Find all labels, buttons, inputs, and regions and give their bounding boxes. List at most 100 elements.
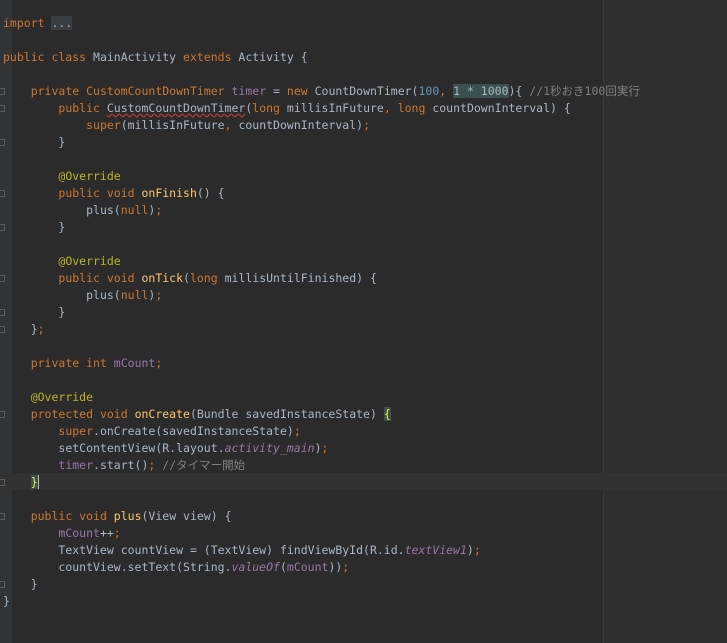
code-token: long [397, 101, 433, 115]
code-line[interactable]: setContentView(R.layout.activity_main); [3, 440, 640, 457]
code-token: plus( [86, 203, 121, 217]
code-line[interactable] [3, 236, 640, 253]
code-line[interactable]: } [3, 474, 640, 491]
code-line[interactable] [3, 372, 640, 389]
code-token: } [58, 305, 66, 319]
code-token: ++ [99, 526, 114, 540]
code-token: ; [342, 560, 350, 574]
code-line[interactable]: } [3, 304, 640, 321]
code-token: .onCreate(savedInstanceState) [93, 424, 294, 438]
code-line[interactable] [3, 151, 640, 168]
code-token: ; [363, 118, 370, 132]
code-token: ... [51, 16, 73, 30]
code-line[interactable] [3, 66, 640, 83]
code-line[interactable] [3, 32, 640, 49]
code-token: @Override [30, 390, 94, 404]
code-line[interactable]: @Override [3, 389, 640, 406]
code-token: extends [183, 50, 239, 64]
code-token: countView.setText(String. [58, 560, 232, 574]
code-line[interactable]: super.onCreate(savedInstanceState); [3, 423, 640, 440]
code-token: ){ [508, 84, 530, 98]
code-line[interactable]: private int mCount; [3, 355, 640, 372]
code-token: } [58, 135, 66, 149]
code-token: ; [473, 543, 481, 557]
code-token: (millisInFuture [120, 118, 225, 132]
code-line[interactable]: @Override [3, 168, 640, 185]
code-line[interactable]: private CustomCountDownTimer timer = new… [3, 83, 640, 100]
code-line[interactable]: timer.start(); //タイマー開始 [3, 457, 640, 474]
code-token: Activity { [238, 50, 308, 64]
code-token: //1秒おき100回実行 [529, 84, 640, 98]
code-line[interactable]: plus(null); [3, 287, 640, 304]
code-token: timer [231, 84, 267, 98]
code-token: , [383, 101, 398, 115]
code-line[interactable]: @Override [3, 253, 640, 270]
code-token: @Override [58, 169, 121, 183]
code-line[interactable]: public class MainActivity extends Activi… [3, 49, 640, 66]
code-line[interactable]: public CustomCountDownTimer(long millisI… [3, 100, 640, 117]
code-line[interactable]: public void onFinish() { [3, 185, 640, 202]
code-token: textView1 [404, 543, 467, 557]
code-token: ; [155, 356, 163, 370]
code-token: timer [58, 458, 94, 472]
code-line[interactable]: public void plus(View view) { [3, 508, 640, 525]
code-token: @Override [58, 254, 121, 268]
code-line[interactable]: plus(null); [3, 202, 640, 219]
code-token: ( [183, 271, 190, 285]
code-line[interactable]: public void onTick(long millisUntilFinis… [3, 270, 640, 287]
code-line[interactable]: } [3, 134, 640, 151]
code-line[interactable]: import ... [3, 15, 640, 32]
code-token: } [58, 220, 66, 234]
code-token: } [30, 577, 38, 591]
code-line[interactable]: }; [3, 321, 640, 338]
code-line[interactable] [3, 338, 640, 355]
code-token: ; [37, 322, 45, 336]
code-line[interactable]: mCount++; [3, 525, 640, 542]
code-token: activity_main [224, 441, 315, 455]
code-token: millisInFuture [286, 101, 384, 115]
code-token: TextView countView = (TextView) findView… [58, 543, 405, 557]
code-token: countDownInterval) [238, 118, 364, 132]
code-token: ; [321, 441, 329, 455]
code-token: super [86, 118, 121, 132]
code-line[interactable]: } [3, 593, 640, 610]
code-token: import [3, 16, 52, 30]
code-token: onCreate [134, 407, 190, 421]
code-token: plus [113, 509, 142, 523]
code-token: onFinish [141, 186, 197, 200]
code-token: //タイマー開始 [162, 458, 246, 472]
code-token: () { [196, 186, 225, 200]
code-token: )) [328, 560, 343, 574]
code-token: } [30, 475, 39, 489]
code-line[interactable]: protected void onCreate(Bundle savedInst… [3, 406, 640, 423]
code-token: private int [30, 356, 114, 370]
code-token: private [30, 84, 87, 98]
code-line[interactable]: TextView countView = (TextView) findView… [3, 542, 640, 559]
code-line[interactable]: } [3, 219, 640, 236]
code-token: ) [314, 441, 322, 455]
code-lines[interactable]: import ... public class MainActivity exte… [3, 15, 640, 610]
code-line[interactable] [3, 491, 640, 508]
code-token: plus( [86, 288, 121, 302]
code-token: 1 * 1000 [453, 84, 509, 98]
code-line[interactable]: } [3, 576, 640, 593]
code-token: public void [30, 509, 114, 523]
code-line[interactable]: super(millisInFuture, countDownInterval)… [3, 117, 640, 134]
code-editor[interactable]: import ... public class MainActivity exte… [0, 0, 727, 643]
code-token: ; [155, 203, 163, 217]
code-line[interactable]: countView.setText(String.valueOf(mCount)… [3, 559, 640, 576]
code-token: ; [155, 288, 163, 302]
